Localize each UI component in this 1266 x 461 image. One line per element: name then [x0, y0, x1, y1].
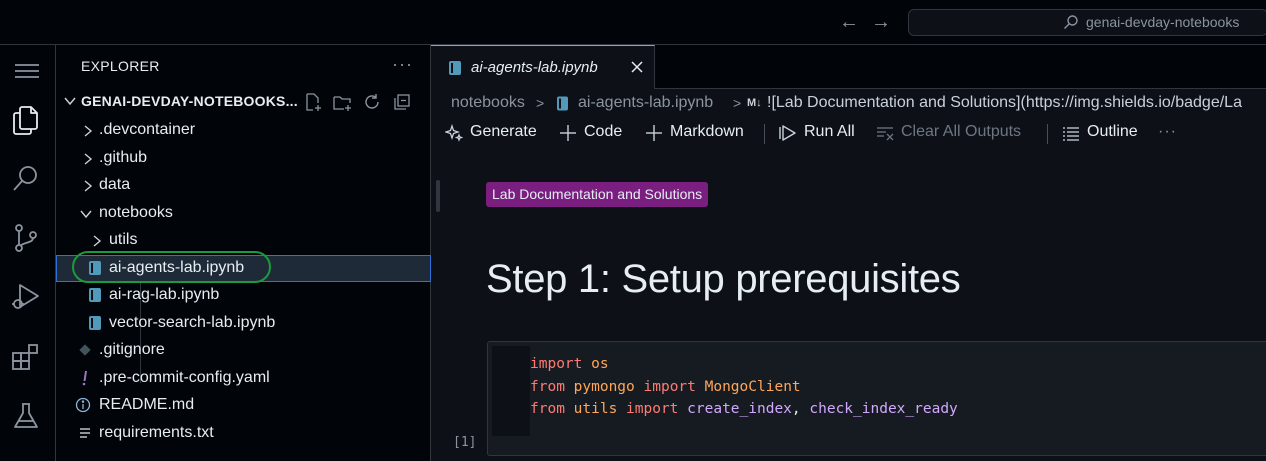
notebook-file-icon	[89, 316, 101, 330]
tree-item-requirements[interactable]: requirements.txt	[56, 420, 431, 447]
testing-flask-icon[interactable]	[10, 400, 42, 432]
forward-arrow-icon[interactable]: →	[871, 12, 891, 32]
tree-item-devcontainer[interactable]: .devcontainer	[56, 117, 431, 144]
clear-outputs-label: Clear All Outputs	[901, 123, 1022, 140]
tree-item-vector-search-lab[interactable]: vector-search-lab.ipynb	[56, 310, 431, 337]
info-icon	[75, 397, 91, 413]
chevron-down-icon	[80, 210, 92, 219]
tree-item-label: .github	[99, 149, 148, 166]
tree-item-notebooks[interactable]: notebooks	[56, 200, 431, 227]
workspace-folder-name: GENAI-DEVDAY-NOTEBOOKS...	[81, 93, 298, 109]
toolbar-divider	[764, 124, 765, 144]
command-center-search[interactable]: genai-devday-notebooks	[908, 9, 1266, 36]
search-icon[interactable]	[10, 163, 42, 195]
tab-label: ai-agents-lab.ipynb	[471, 59, 598, 76]
tree-item-label: utils	[109, 231, 138, 248]
explorer-title: EXPLORER	[81, 58, 160, 74]
chevron-right-icon	[84, 153, 93, 165]
notebook-file-icon	[89, 288, 101, 302]
back-arrow-icon[interactable]: ←	[839, 12, 859, 32]
execution-count: [1]	[453, 435, 477, 450]
more-actions-icon[interactable]: ···	[1158, 123, 1177, 141]
git-diamond-icon	[79, 344, 91, 356]
title-bar: ← → genai-devday-notebooks	[0, 0, 1266, 45]
tree-item-label: ai-rag-lab.ipynb	[109, 286, 220, 303]
tab-bar: ai-agents-lab.ipynb	[431, 45, 1266, 89]
notebook-toolbar: Generate Code Markdown Run All Clear All…	[431, 121, 1266, 147]
code-line-1: import os	[530, 356, 609, 372]
code-label: Code	[584, 123, 623, 140]
notebook-editor: ai-agents-lab.ipynb notebooks > ai-agent…	[431, 45, 1266, 461]
tree-item-utils[interactable]: utils	[56, 227, 431, 254]
tab-ai-agents-lab[interactable]: ai-agents-lab.ipynb	[431, 45, 655, 89]
run-and-debug-icon[interactable]	[10, 281, 42, 313]
breadcrumb-separator: >	[733, 95, 742, 111]
sparkle-icon	[445, 124, 463, 142]
outline-list-icon	[1063, 127, 1079, 141]
cell-focus-indicator	[436, 180, 440, 212]
extensions-icon[interactable]	[10, 341, 42, 373]
tree-item-readme[interactable]: README.md	[56, 392, 431, 419]
chevron-right-icon	[93, 235, 102, 247]
tree-item-gitignore[interactable]: .gitignore	[56, 337, 431, 364]
hamburger-menu-icon[interactable]	[13, 56, 43, 86]
breadcrumb-markdown-cell[interactable]: ![Lab Documentation and Solutions](https…	[767, 94, 1242, 112]
breadcrumb-separator: >	[536, 95, 545, 111]
tree-item-label: .devcontainer	[99, 121, 196, 138]
plus-icon	[560, 125, 576, 141]
activity-bar	[0, 45, 56, 461]
run-all-icon	[779, 125, 796, 141]
clear-outputs-icon	[877, 127, 894, 141]
toolbar-divider	[1047, 124, 1048, 144]
tree-item-label: README.md	[99, 396, 195, 413]
tree-item-github[interactable]: .github	[56, 145, 431, 172]
yaml-exclamation-icon	[82, 371, 87, 386]
notebook-file-icon	[449, 61, 461, 75]
tree-item-label: notebooks	[99, 204, 173, 221]
source-control-icon[interactable]	[10, 222, 42, 254]
markdown-icon: M↓	[747, 97, 762, 109]
cell-gutter	[492, 346, 530, 436]
more-actions-icon[interactable]: ···	[392, 54, 413, 75]
code-cell[interactable]: import os from pymongo import MongoClien…	[487, 341, 1266, 456]
tree-item-label: data	[99, 176, 131, 193]
search-icon	[1064, 15, 1078, 29]
tree-item-label: vector-search-lab.ipynb	[109, 314, 276, 331]
chevron-right-icon	[84, 125, 93, 137]
breadcrumb-file[interactable]: ai-agents-lab.ipynb	[578, 94, 713, 112]
explorer-files-icon[interactable]	[10, 104, 42, 136]
chevron-right-icon	[84, 180, 93, 192]
new-folder-icon[interactable]	[332, 92, 352, 112]
tree-item-label: .pre-commit-config.yaml	[99, 369, 270, 386]
chevron-down-icon	[64, 97, 76, 106]
collapse-all-icon[interactable]	[392, 92, 412, 112]
new-file-icon[interactable]	[303, 92, 323, 112]
highlight-annotation-ring	[72, 251, 271, 283]
search-text: genai-devday-notebooks	[1086, 14, 1240, 30]
lab-documentation-badge[interactable]: Lab Documentation and Solutions	[486, 182, 709, 207]
notebook-file-icon	[557, 96, 568, 111]
markdown-label: Markdown	[670, 123, 744, 140]
plus-icon	[646, 125, 662, 141]
code-line-3: from utils import create_index, check_in…	[530, 401, 958, 417]
text-file-icon	[80, 428, 90, 438]
close-icon[interactable]	[629, 59, 645, 75]
tree-item-data[interactable]: data	[56, 172, 431, 199]
breadcrumb-notebooks[interactable]: notebooks	[451, 94, 525, 112]
generate-label: Generate	[470, 123, 537, 140]
run-all-label: Run All	[804, 123, 855, 140]
markdown-heading: Step 1: Setup prerequisites	[486, 257, 961, 301]
tree-item-ai-rag-lab[interactable]: ai-rag-lab.ipynb	[56, 282, 431, 309]
workspace-folder-header[interactable]: GENAI-DEVDAY-NOTEBOOKS...	[56, 90, 431, 114]
outline-label: Outline	[1087, 123, 1138, 140]
code-line-2: from pymongo import MongoClient	[530, 379, 801, 395]
tree-item-label: requirements.txt	[99, 424, 214, 441]
refresh-icon[interactable]	[362, 92, 382, 112]
tree-item-label: .gitignore	[99, 341, 165, 358]
tree-item-pre-commit-config[interactable]: .pre-commit-config.yaml	[56, 365, 431, 392]
